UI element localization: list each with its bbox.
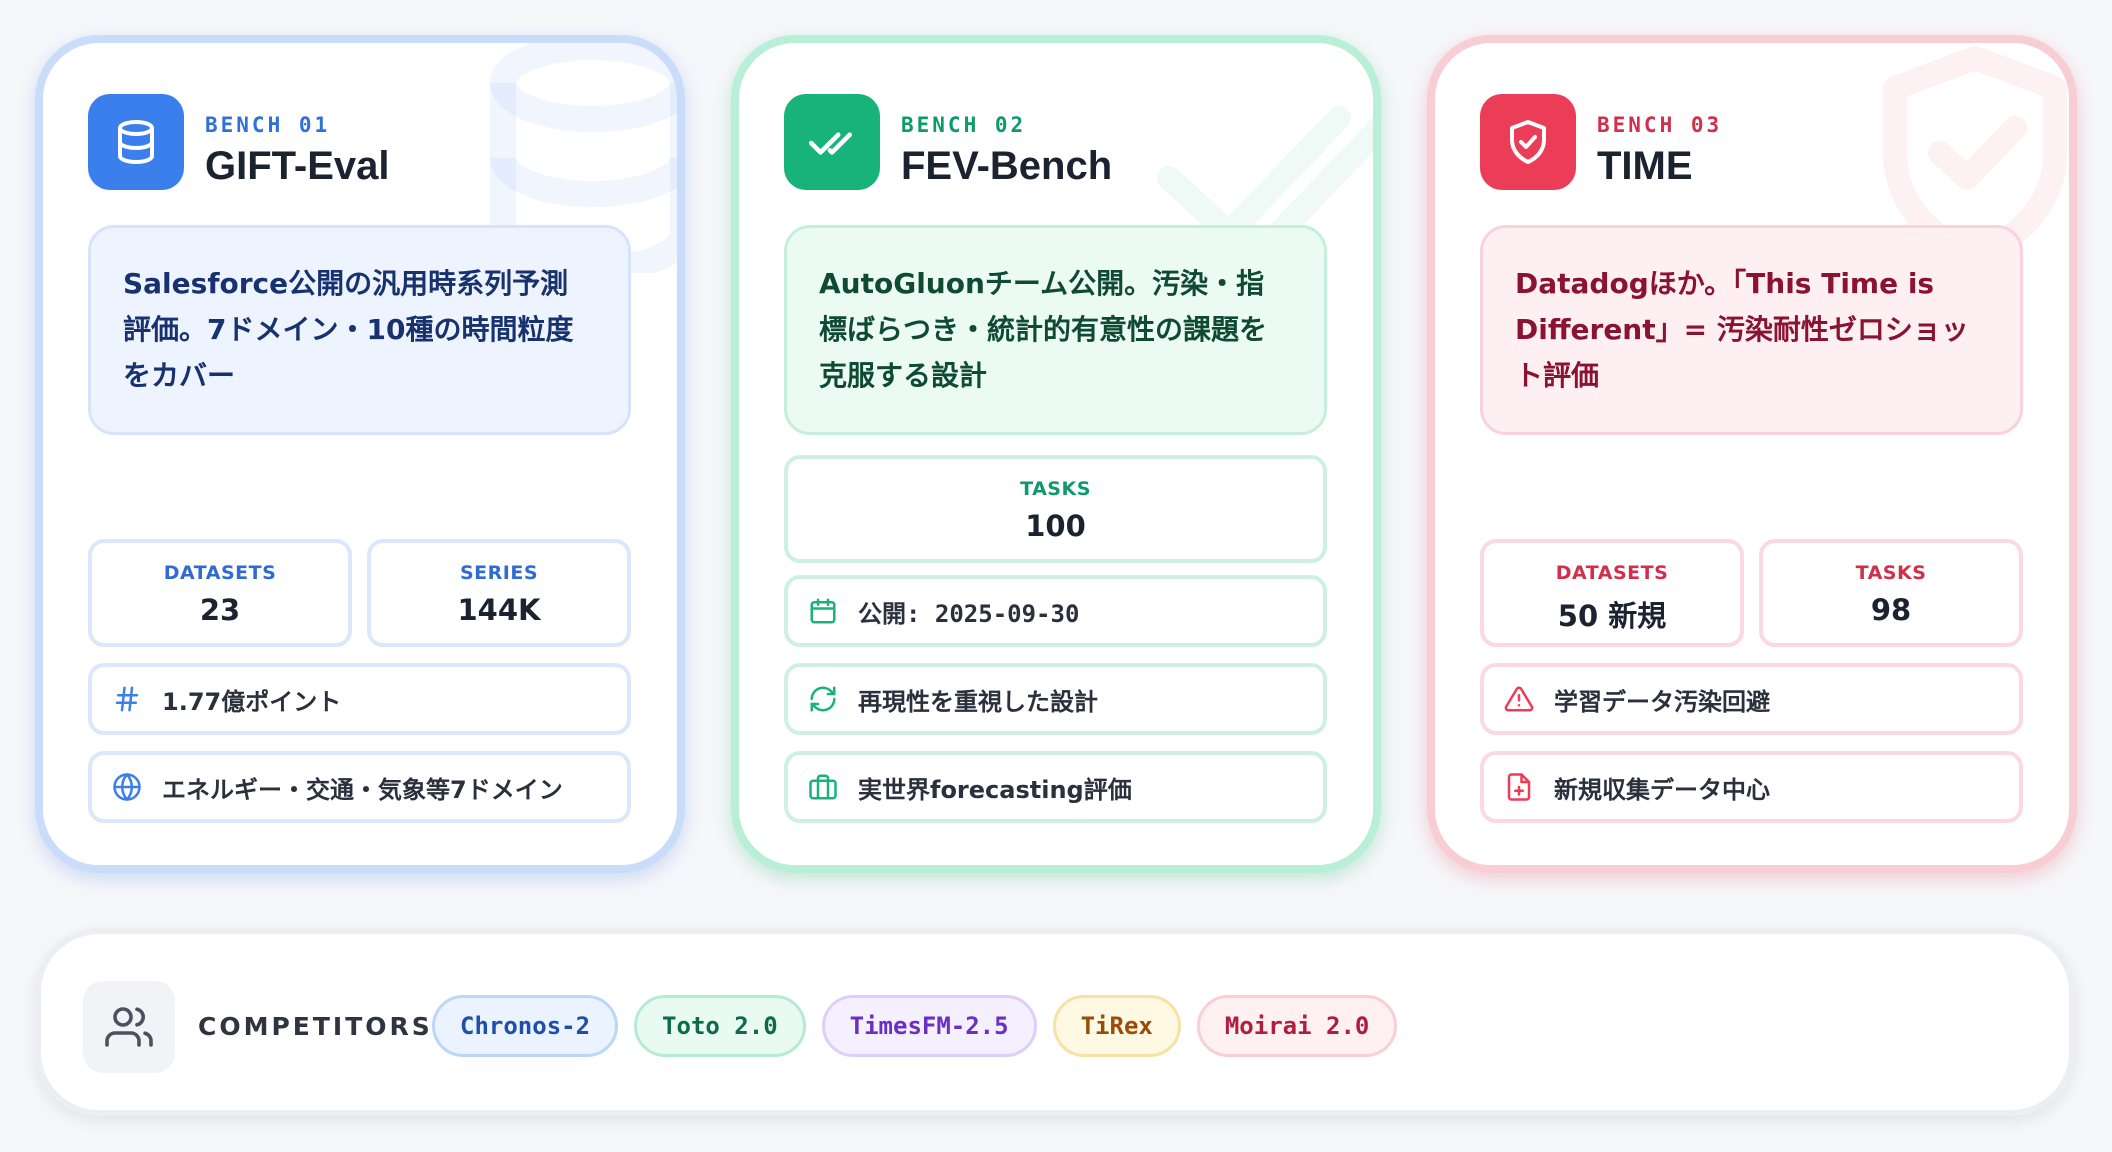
stat-label: DATASETS <box>1555 562 1669 584</box>
bench-number: BENCH 02 <box>901 113 1027 137</box>
stat-label: SERIES <box>459 562 539 584</box>
warning-icon <box>1502 682 1536 716</box>
bench-number: BENCH 01 <box>205 113 331 137</box>
competitor-pill[interactable]: Toto 2.0 <box>634 995 806 1057</box>
info-text: 実世界forecasting評価 <box>858 775 1132 804</box>
info-row-domains: エネルギー・交通・気象等7ドメイン <box>88 751 631 823</box>
users-icon <box>83 981 175 1073</box>
refresh-icon <box>806 682 840 716</box>
bench-title: TIME <box>1597 144 1693 188</box>
stat-value: 100 <box>1025 509 1086 543</box>
info-row-reproducibility: 再現性を重視した設計 <box>784 663 1327 735</box>
stat-label: TASKS <box>1020 478 1091 500</box>
info-text: 再現性を重視した設計 <box>858 687 1098 716</box>
info-text: 学習データ汚染回避 <box>1554 687 1770 716</box>
file-plus-icon <box>1502 770 1536 804</box>
bench-card-time: BENCH 03 TIME Datadogほか。「This Time is Di… <box>1427 35 2077 873</box>
stat-datasets: DATASETS 23 <box>88 539 352 647</box>
bench-number: BENCH 03 <box>1597 113 1723 137</box>
stat-tasks: TASKS 100 <box>784 455 1327 563</box>
stat-datasets: DATASETS 50 新規 <box>1480 539 1744 647</box>
competitor-pill[interactable]: Chronos-2 <box>432 995 619 1057</box>
stat-value: 144K <box>457 593 541 627</box>
bench-description: AutoGluonチーム公開。汚染・指標ばらつき・統計的有意性の課題を克服する設… <box>784 225 1327 435</box>
info-row-release-date: 公開: 2025-09-30 <box>784 575 1327 647</box>
bench-description: Salesforce公開の汎用時系列予測評価。7ドメイン・10種の時間粒度をカバ… <box>88 225 631 435</box>
info-row-points: 1.77億ポイント <box>88 663 631 735</box>
bench-title: FEV-Bench <box>901 144 1113 188</box>
competitor-pill[interactable]: TiRex <box>1052 995 1181 1057</box>
hash-icon <box>110 682 144 716</box>
competitor-pill[interactable]: Moirai 2.0 <box>1196 995 1398 1057</box>
shield-check-icon <box>1480 94 1576 190</box>
stat-tasks: TASKS 98 <box>1759 539 2023 647</box>
stat-label: DATASETS <box>163 562 277 584</box>
competitors-bar: COMPETITORS Chronos-2 Toto 2.0 TimesFM-2… <box>35 928 2075 1116</box>
stat-label: TASKS <box>1855 562 1927 584</box>
stat-value: 50 新規 <box>1557 599 1667 633</box>
bench-description: Datadogほか。「This Time is Different」= 汚染耐性… <box>1480 225 2023 435</box>
competitors-label: COMPETITORS <box>198 1012 433 1041</box>
info-row-new-data: 新規収集データ中心 <box>1480 751 2023 823</box>
globe-icon <box>110 770 144 804</box>
bench-card-fev-bench: BENCH 02 FEV-Bench AutoGluonチーム公開。汚染・指標ば… <box>731 35 1381 873</box>
bench-title: GIFT-Eval <box>205 144 390 188</box>
stat-value: 98 <box>1870 593 1912 627</box>
info-row-real-world: 実世界forecasting評価 <box>784 751 1327 823</box>
bench-card-gift-eval: BENCH 01 GIFT-Eval Salesforce公開の汎用時系列予測評… <box>35 35 685 873</box>
competitor-pills: Chronos-2 Toto 2.0 TimesFM-2.5 TiRex Moi… <box>432 995 1398 1057</box>
calendar-icon <box>806 594 840 628</box>
briefcase-icon <box>806 770 840 804</box>
stat-value: 23 <box>199 593 241 627</box>
stat-series: SERIES 144K <box>367 539 631 647</box>
info-text: 1.77億ポイント <box>162 687 342 716</box>
info-text: 新規収集データ中心 <box>1554 775 1770 804</box>
double-check-icon <box>784 94 880 190</box>
database-icon <box>88 94 184 190</box>
info-text: エネルギー・交通・気象等7ドメイン <box>162 775 563 804</box>
info-row-contamination: 学習データ汚染回避 <box>1480 663 2023 735</box>
info-text: 公開: 2025-09-30 <box>858 599 1080 628</box>
competitor-pill[interactable]: TimesFM-2.5 <box>821 995 1037 1057</box>
